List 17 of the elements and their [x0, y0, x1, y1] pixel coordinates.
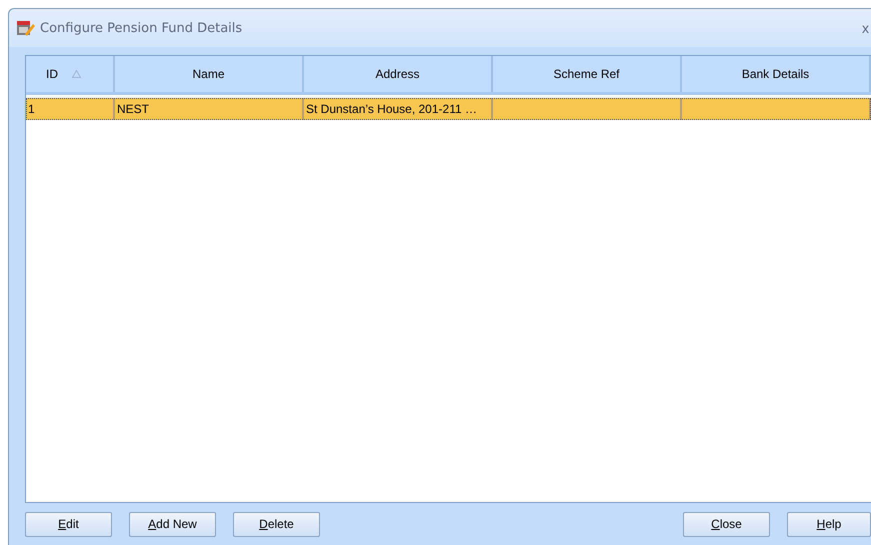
- dialog-button[interactable]: Add New: [129, 512, 216, 536]
- column-header[interactable]: Name: [115, 56, 304, 92]
- column-header[interactable]: Scheme Ref: [493, 56, 682, 92]
- dialog-button[interactable]: Help: [787, 512, 871, 536]
- dialog-button[interactable]: Close: [683, 512, 770, 536]
- table-cell: 1: [28, 102, 35, 116]
- table-cell: St Dunstan’s House, 201-211 …: [306, 102, 477, 116]
- window-title: Configure Pension Fund Details: [40, 20, 244, 36]
- column-header[interactable]: Bank Details: [682, 56, 871, 92]
- column-header[interactable]: ID: [26, 56, 115, 92]
- window-close-glyph[interactable]: x: [862, 20, 871, 36]
- calendar-pencil-icon: [16, 18, 36, 38]
- table-cell: NEST: [117, 102, 150, 116]
- column-header[interactable]: Address: [304, 56, 493, 92]
- dialog-button[interactable]: Delete: [233, 512, 320, 536]
- dialog-button[interactable]: Edit: [25, 512, 112, 536]
- table-row[interactable]: 1 NEST St Dunstan’s House, 201-211 …: [26, 98, 871, 120]
